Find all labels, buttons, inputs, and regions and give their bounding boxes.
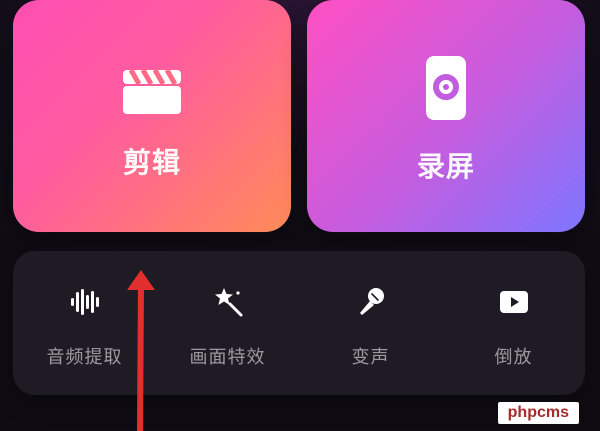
audio-waveform-icon — [68, 285, 102, 323]
microphone-icon — [354, 285, 388, 323]
tools-panel: 音频提取 画面特效 变声 倒放 — [13, 251, 585, 395]
screen-record-card[interactable]: 录屏 — [307, 0, 585, 232]
play-button-icon — [497, 285, 531, 323]
tool-reverse[interactable]: 倒放 — [442, 251, 585, 395]
tool-audio-extract[interactable]: 音频提取 — [13, 251, 156, 395]
screen-record-label: 录屏 — [416, 150, 475, 183]
tool-label: 倒放 — [494, 347, 533, 368]
edit-card[interactable]: 剪辑 — [13, 0, 291, 232]
screen-record-icon — [424, 54, 468, 126]
tool-visual-effects[interactable]: 画面特效 — [156, 251, 299, 395]
clapperboard-icon — [121, 64, 183, 120]
tool-label: 变声 — [351, 347, 390, 368]
tool-label: 画面特效 — [189, 347, 266, 368]
watermark: phpcms — [497, 402, 579, 424]
tool-voice-change[interactable]: 变声 — [299, 251, 442, 395]
tool-label: 音频提取 — [46, 347, 123, 368]
edit-label: 剪辑 — [122, 146, 181, 179]
magic-wand-star-icon — [211, 285, 245, 323]
